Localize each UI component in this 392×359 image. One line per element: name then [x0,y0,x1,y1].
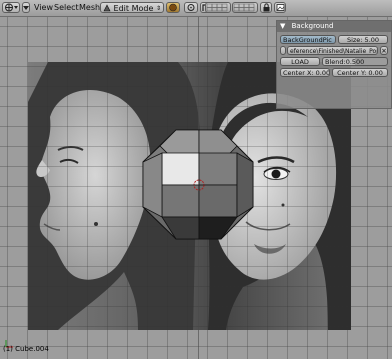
mesh-edit-icon [103,4,111,12]
size-field[interactable]: Size: 5.00 [338,35,388,44]
layer-buttons-2[interactable] [232,2,258,13]
center-y-field[interactable]: Center Y: 0.00 [332,68,388,77]
panel-collapse-icon[interactable]: ▼ [280,22,285,30]
background-panel: ▼ Background BackGroundPic Size: 5.00 ef… [276,20,392,109]
close-icon: ✕ [381,47,387,55]
lock-layers-button[interactable] [260,2,272,13]
load-button[interactable]: LOAD [280,57,320,66]
updown-arrows-icon: ⇕ [155,5,161,12]
center-x-field[interactable]: Center X: 0.00 [280,68,330,77]
lock-icon [263,3,269,12]
editor-type-button[interactable] [2,2,20,13]
layers-grid-icon [206,3,228,12]
editor-type-icon [5,3,18,12]
viewport-header: View Select Mesh Edit Mode ⇕ [0,0,392,17]
draw-type-select[interactable] [166,2,180,13]
triangle-down-icon [23,6,29,10]
draw-type-icon [169,3,177,12]
blend-label: Blend:0.500 [325,58,365,66]
clear-image-button[interactable]: ✕ [380,46,388,55]
pivot-select[interactable] [184,2,198,13]
panel-title: Background [291,22,334,30]
render-preview-button[interactable] [274,2,286,13]
blend-slider[interactable]: Blend:0.500 [322,57,388,66]
image-path-field[interactable]: eference\Finished\Natalie_Portman.jpg [287,46,378,55]
mode-select[interactable]: Edit Mode ⇕ [100,2,164,13]
image-browse-button[interactable] [280,46,286,55]
image-icon [276,4,284,11]
pivot-icon [187,4,195,11]
layers-grid-icon [233,3,255,12]
header-collapse-button[interactable] [22,2,30,13]
layer-buttons-1[interactable] [205,2,231,13]
menu-mesh[interactable]: Mesh [77,2,102,14]
bg-pic-toggle[interactable]: BackGroundPic [280,35,336,44]
panel-title-bar: ▼ Background [277,21,391,32]
object-name-label: (1) Cube.004 [3,345,49,353]
mode-select-label: Edit Mode [113,4,154,13]
